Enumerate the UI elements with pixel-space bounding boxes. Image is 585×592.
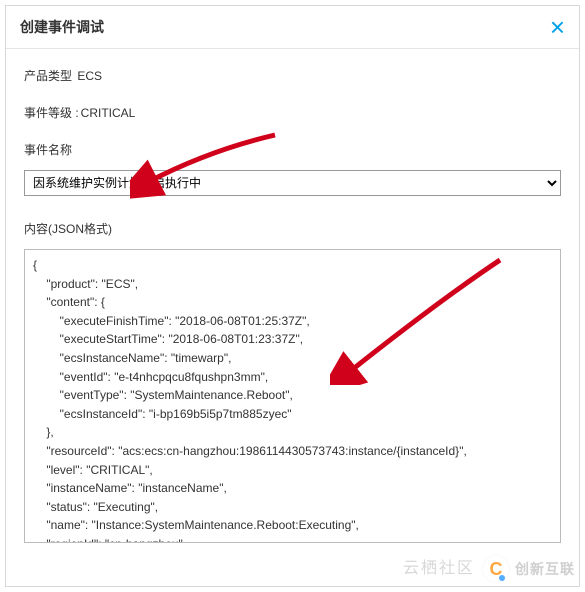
product-type-value: ECS [77, 69, 102, 83]
content-row: 内容(JSON格式) [24, 220, 561, 546]
event-level-value: CRITICAL [81, 106, 136, 120]
content-label: 内容(JSON格式) [24, 220, 561, 237]
event-name-select[interactable]: 因系统维护实例计划重启执行中 [24, 170, 561, 196]
json-content-textarea[interactable] [24, 249, 561, 543]
json-wrap [24, 249, 561, 546]
dialog-body: 产品类型 ECS 事件等级 :CRITICAL 事件名称 因系统维护实例计划重启… [6, 49, 579, 556]
product-type-label: 产品类型 [24, 69, 72, 83]
close-icon[interactable]: × [550, 14, 565, 40]
create-event-debug-dialog: 创建事件调试 × 产品类型 ECS 事件等级 :CRITICAL 事件名称 因系… [5, 5, 580, 587]
dialog-title: 创建事件调试 [20, 17, 104, 37]
dialog-header: 创建事件调试 × [6, 6, 579, 49]
product-type-row: 产品类型 ECS [24, 67, 561, 84]
event-name-row: 事件名称 因系统维护实例计划重启执行中 [24, 141, 561, 196]
event-level-label: 事件等级 : [24, 106, 79, 120]
event-name-label: 事件名称 [24, 141, 561, 158]
event-level-row: 事件等级 :CRITICAL [24, 104, 561, 121]
